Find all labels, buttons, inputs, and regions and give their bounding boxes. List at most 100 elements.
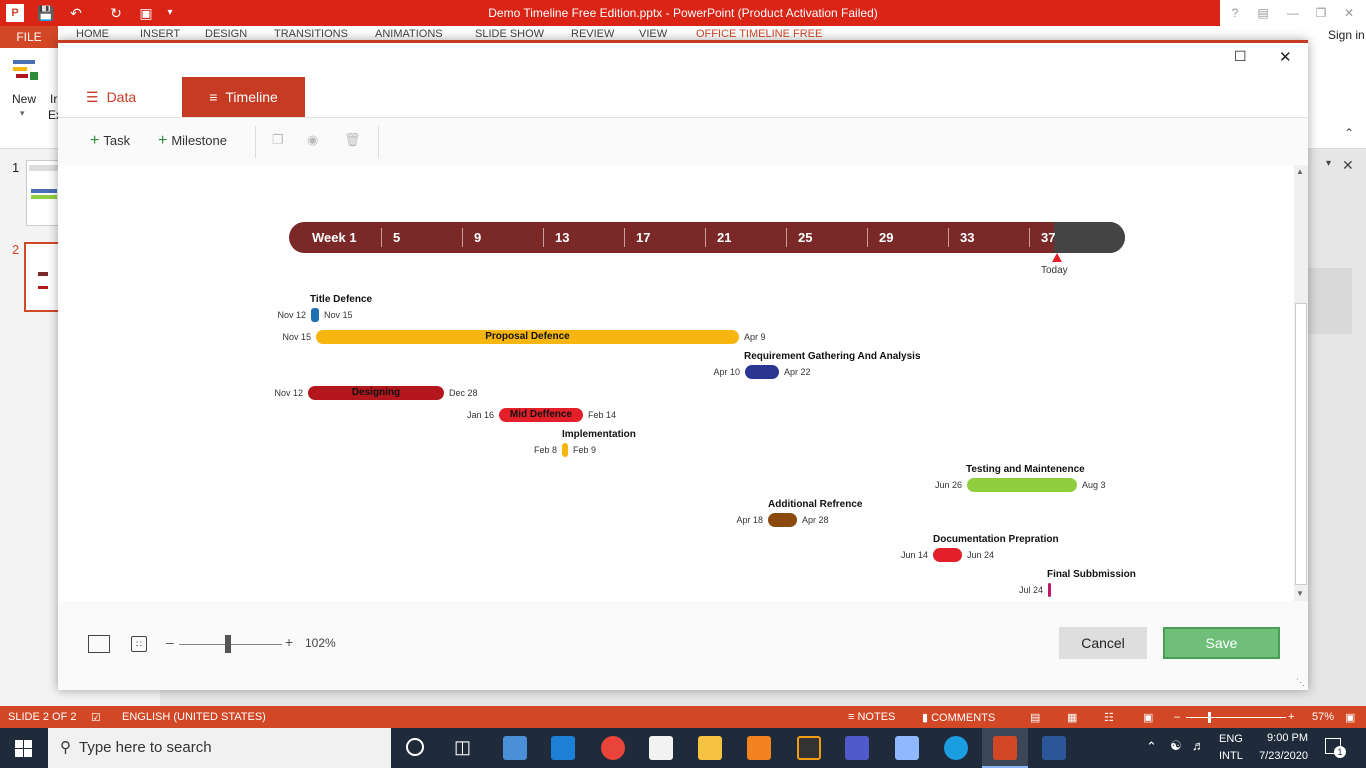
xampp-icon[interactable] <box>747 736 771 760</box>
maximize-dialog-icon[interactable]: ☐ <box>1234 48 1247 65</box>
task-end-date: Feb 9 <box>573 445 597 455</box>
new-dropdown-icon[interactable]: ▾ <box>20 108 25 119</box>
customize-qat-icon[interactable]: ▾ <box>160 3 180 23</box>
tab-home[interactable]: HOME <box>76 28 109 40</box>
task-bar[interactable] <box>967 478 1077 492</box>
file-tab[interactable]: FILE <box>0 26 58 48</box>
clock-time[interactable]: 9:00 PM <box>1258 732 1308 744</box>
list-icon: ☰ <box>86 89 99 105</box>
scroll-up-icon[interactable]: ▲ <box>1296 167 1304 176</box>
collapse-ribbon-icon[interactable]: ⌃ <box>1344 126 1354 140</box>
ribbon-partial-label-1: Ir <box>50 92 58 106</box>
computer-app-icon[interactable] <box>503 736 527 760</box>
zoom-out-icon[interactable]: – <box>166 634 174 650</box>
zoom-in-icon[interactable]: + <box>285 634 293 650</box>
tab-view[interactable]: VIEW <box>639 28 667 40</box>
comments-button[interactable]: ▮ COMMENTS <box>922 711 995 724</box>
help-button[interactable]: ? <box>1224 3 1246 23</box>
status-zoom-thumb[interactable] <box>1208 712 1211 723</box>
task-bar[interactable] <box>1048 583 1051 597</box>
side-pane-panel <box>1308 268 1352 334</box>
volume-icon[interactable]: ♬ <box>1192 738 1205 753</box>
tab-data[interactable]: ☰ Data <box>86 77 136 117</box>
chrome-icon[interactable] <box>601 736 625 760</box>
tab-review[interactable]: REVIEW <box>571 28 614 40</box>
cortana-icon[interactable] <box>406 738 424 756</box>
store-icon[interactable] <box>649 736 673 760</box>
status-zoom-percent[interactable]: 57% <box>1312 711 1334 723</box>
3d-box-app-icon[interactable] <box>895 736 919 760</box>
tab-timeline[interactable]: ≡ Timeline <box>182 77 305 117</box>
duplicate-icon[interactable]: ❐ <box>272 132 284 148</box>
word-taskbar-icon[interactable] <box>1042 736 1066 760</box>
delete-trash-icon[interactable]: 🗑 <box>344 132 361 148</box>
slide-sorter-icon[interactable]: ▦ <box>1067 711 1077 724</box>
task-bar[interactable] <box>768 513 797 527</box>
windows-start-icon[interactable] <box>15 740 32 757</box>
sublime-text-icon[interactable] <box>797 736 821 760</box>
save-button[interactable]: Save <box>1163 627 1280 659</box>
fit-to-window-icon[interactable] <box>88 635 110 653</box>
tab-slide-show[interactable]: SLIDE SHOW <box>475 28 544 40</box>
new-button-label[interactable]: New <box>12 92 36 106</box>
tray-overflow-icon[interactable]: ⌃ <box>1146 739 1157 755</box>
close-window-button[interactable]: ✕ <box>1338 3 1360 23</box>
minimize-button[interactable]: — <box>1282 3 1304 23</box>
scroll-thumb[interactable] <box>1295 303 1307 585</box>
tab-design[interactable]: DESIGN <box>205 28 247 40</box>
task-start-date: Nov 12 <box>274 388 303 398</box>
canvas-scrollbar[interactable]: ▲ ▼ <box>1294 165 1308 601</box>
sign-in-link[interactable]: Sign in <box>1328 28 1365 42</box>
task-bar[interactable] <box>745 365 779 379</box>
task-bar[interactable] <box>933 548 962 562</box>
resize-grip-icon[interactable]: ⋱ <box>1296 677 1305 688</box>
spellcheck-icon[interactable]: ☑ <box>91 711 101 724</box>
close-dialog-icon[interactable]: ✕ <box>1279 48 1292 66</box>
undo-icon[interactable]: ↶ <box>66 3 86 23</box>
cancel-button[interactable]: Cancel <box>1059 627 1147 659</box>
status-zoom-out-icon[interactable]: – <box>1174 711 1180 723</box>
taskbar-search-box[interactable]: ⚲ Type here to search <box>48 728 391 768</box>
visibility-eye-icon[interactable]: ◉ <box>307 132 318 148</box>
keyboard-lang-secondary[interactable]: INTL <box>1219 750 1243 762</box>
tab-insert[interactable]: INSERT <box>140 28 180 40</box>
tab-transitions[interactable]: TRANSITIONS <box>274 28 348 40</box>
slide-thumbnail-1[interactable] <box>26 160 62 226</box>
ribbon-display-icon[interactable]: ▤ <box>1252 3 1274 23</box>
file-explorer-icon[interactable] <box>698 736 722 760</box>
mail-icon[interactable] <box>551 736 575 760</box>
close-pane-icon[interactable]: ✕ <box>1342 157 1354 174</box>
redo-icon[interactable]: ↻ <box>106 3 126 23</box>
task-bar[interactable] <box>311 308 319 322</box>
teams-icon[interactable] <box>845 736 869 760</box>
keyboard-lang-primary[interactable]: ENG <box>1219 733 1243 745</box>
wifi-icon[interactable]: ☯ <box>1170 738 1182 754</box>
zoom-slider-thumb[interactable] <box>225 635 231 653</box>
reading-view-icon[interactable]: ☷ <box>1104 711 1114 724</box>
edge-icon[interactable] <box>944 736 968 760</box>
fit-to-page-icon[interactable]: ∷ <box>131 636 147 652</box>
tab-office-timeline[interactable]: OFFICE TIMELINE FREE <box>696 28 822 40</box>
clock-date[interactable]: 7/23/2020 <box>1250 750 1308 762</box>
scroll-down-icon[interactable]: ▼ <box>1296 589 1304 598</box>
status-zoom-in-icon[interactable]: + <box>1288 711 1294 723</box>
slide-thumbnail-2[interactable] <box>24 242 62 312</box>
save-icon[interactable]: 💾 <box>36 3 56 23</box>
notes-button[interactable]: ≡ NOTES <box>848 711 895 723</box>
add-milestone-button[interactable]: + Milestone <box>158 132 227 150</box>
status-zoom-slider[interactable] <box>1186 717 1286 718</box>
restore-button[interactable]: ❐ <box>1310 3 1332 23</box>
language-indicator[interactable]: ENGLISH (UNITED STATES) <box>122 711 266 723</box>
task-view-icon[interactable]: ◫ <box>454 737 471 758</box>
slideshow-view-icon[interactable]: ▣ <box>1143 711 1153 724</box>
fit-slide-icon[interactable]: ▣ <box>1345 711 1355 724</box>
tab-animations[interactable]: ANIMATIONS <box>375 28 443 40</box>
pane-dropdown-icon[interactable]: ▾ <box>1326 158 1331 169</box>
new-timeline-icon[interactable] <box>12 58 40 84</box>
powerpoint-taskbar-icon[interactable] <box>993 736 1017 760</box>
task-bar[interactable] <box>562 443 568 457</box>
start-slideshow-icon[interactable]: ▣ <box>136 3 156 23</box>
zoom-percent: 102% <box>305 636 336 650</box>
normal-view-icon[interactable]: ▤ <box>1030 711 1040 724</box>
add-task-button[interactable]: + Task <box>90 132 130 150</box>
